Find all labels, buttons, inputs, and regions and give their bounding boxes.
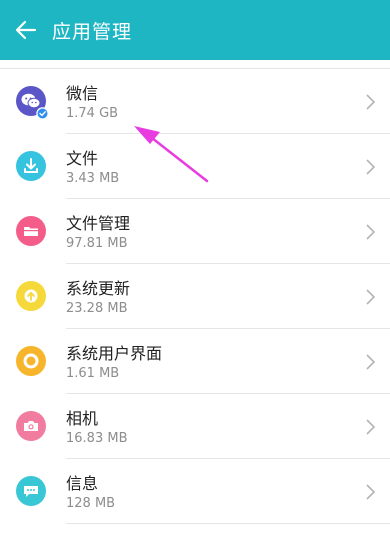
app-row-system-update[interactable]: 系统更新 23.28 MB — [0, 264, 390, 329]
app-row-file-manager[interactable]: 文件管理 97.81 MB — [0, 199, 390, 264]
app-name: 文件管理 — [66, 214, 131, 233]
app-name: 系统更新 — [66, 279, 131, 298]
app-bar: 应用管理 — [0, 0, 390, 60]
chevron-right-icon — [366, 224, 376, 240]
app-row-messages[interactable]: 信息 128 MB — [0, 459, 390, 524]
verified-shield-icon — [36, 107, 49, 120]
chevron-right-icon — [366, 159, 376, 175]
app-size: 97.81 MB — [66, 236, 128, 251]
app-name: 微信 — [66, 84, 99, 103]
app-size: 16.83 MB — [66, 431, 128, 446]
camera-icon — [16, 411, 46, 441]
app-size: 3.43 MB — [66, 171, 120, 186]
app-row-wechat[interactable]: 微信 1.74 GB — [0, 69, 390, 134]
folder-icon — [16, 216, 46, 246]
chevron-right-icon — [366, 289, 376, 305]
divider — [66, 523, 390, 524]
app-row-system-ui[interactable]: 系统用户界面 1.61 MB — [0, 329, 390, 394]
app-name: 信息 — [66, 474, 99, 493]
app-name: 相机 — [66, 409, 99, 428]
app-row-camera[interactable]: 相机 16.83 MB — [0, 394, 390, 459]
update-arrow-icon — [16, 281, 46, 311]
arrow-left-icon — [15, 20, 37, 40]
circle-icon — [16, 346, 46, 376]
app-size: 1.74 GB — [66, 106, 119, 121]
app-size: 23.28 MB — [66, 301, 128, 316]
chevron-right-icon — [366, 419, 376, 435]
chevron-right-icon — [366, 94, 376, 110]
app-list: 微信 1.74 GB 文件 3.43 MB 文件管理 97.81 MB 系统更新… — [0, 60, 390, 540]
app-row-files[interactable]: 文件 3.43 MB — [0, 134, 390, 199]
page-title: 应用管理 — [52, 20, 133, 43]
chevron-right-icon — [366, 354, 376, 370]
message-icon — [16, 476, 46, 506]
chevron-right-icon — [366, 484, 376, 500]
download-icon — [16, 151, 46, 181]
app-size: 128 MB — [66, 496, 116, 511]
app-name: 文件 — [66, 149, 99, 168]
app-size: 1.61 MB — [66, 366, 120, 381]
back-button[interactable] — [0, 0, 52, 60]
app-name: 系统用户界面 — [66, 344, 163, 363]
